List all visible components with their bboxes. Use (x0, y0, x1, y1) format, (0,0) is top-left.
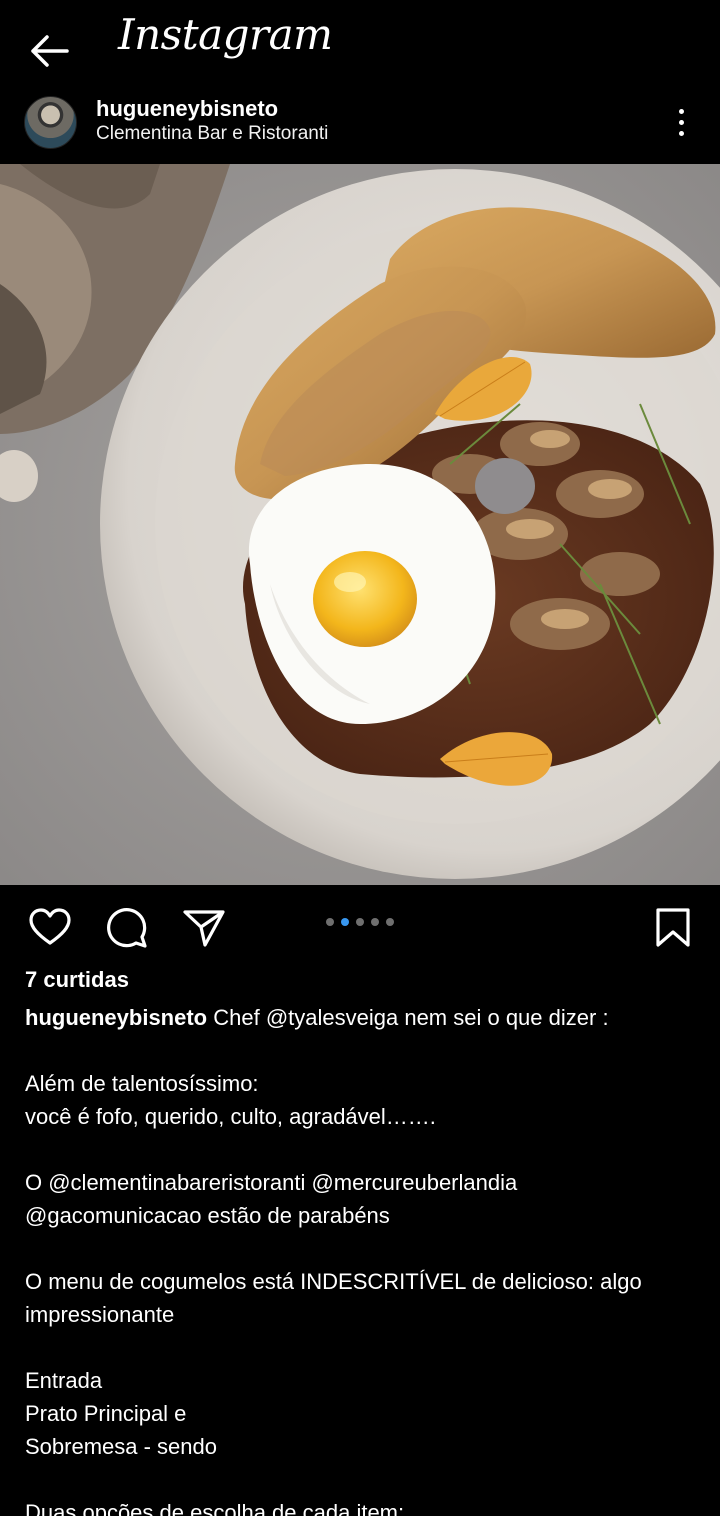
caption-line (25, 1463, 705, 1496)
caption-line (25, 1133, 705, 1166)
more-options-button[interactable] (664, 102, 698, 142)
comment-icon[interactable] (104, 905, 150, 951)
post-photo[interactable] (0, 164, 720, 885)
carousel-indicator (326, 918, 394, 926)
caption-line (25, 1232, 705, 1265)
carousel-dot (386, 918, 394, 926)
carousel-dot (371, 918, 379, 926)
caption-line: Além de talentosíssimo: (25, 1071, 259, 1096)
caption-line (25, 1034, 705, 1067)
caption-line (25, 1331, 705, 1364)
likes-count[interactable]: 7 curtidas (25, 967, 129, 993)
food-dish-image (0, 164, 720, 885)
app-title: Instagram (118, 10, 333, 59)
carousel-dot (356, 918, 364, 926)
top-bar: Instagram (0, 0, 720, 92)
caption-line: você é fofo, querido, culto, agradável……… (25, 1104, 436, 1129)
caption-line: impressionante (25, 1302, 175, 1327)
caption-line: hugueneybisneto Chef @tyalesveiga nem se… (25, 1005, 609, 1030)
post-caption: hugueneybisneto Chef @tyalesveiga nem se… (25, 1001, 705, 1516)
post-header: hugueneybisneto Clementina Bar e Ristora… (0, 92, 720, 164)
post-actions (0, 885, 720, 965)
send-icon[interactable] (181, 905, 227, 951)
arrow-left-icon (31, 35, 69, 67)
caption-line: O @clementinabareristoranti @mercureuber… (25, 1170, 518, 1195)
heart-icon[interactable] (27, 905, 73, 951)
caption-line: O menu de cogumelos está INDESCRITÍVEL d… (25, 1269, 642, 1294)
bookmark-icon[interactable] (650, 905, 696, 951)
carousel-dot (326, 918, 334, 926)
caption-username[interactable]: hugueneybisneto (25, 1005, 207, 1030)
avatar[interactable] (24, 96, 77, 149)
caption-line: Duas opções de escolha de cada item: (25, 1500, 405, 1516)
caption-line: @gacomunicacao estão de parabéns (25, 1203, 390, 1228)
caption-line: Prato Principal e (25, 1401, 187, 1426)
caption-line: Entrada (25, 1368, 103, 1393)
post-location[interactable]: Clementina Bar e Ristoranti (96, 123, 328, 145)
back-button[interactable] (26, 28, 72, 74)
post-username[interactable]: hugueneybisneto (96, 96, 278, 122)
more-vertical-icon (678, 108, 684, 114)
caption-line: Sobremesa - sendo (25, 1434, 217, 1459)
carousel-dot-active (341, 918, 349, 926)
